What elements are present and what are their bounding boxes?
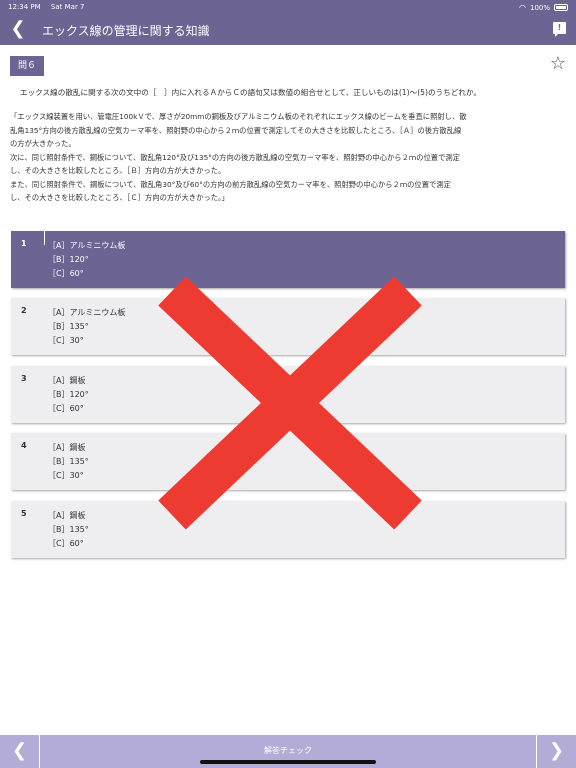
choice-option-a: ［A］鋼板: [48, 443, 86, 452]
choice-option-c: ［C］30°: [48, 471, 84, 480]
status-time: 12:34 PM: [8, 3, 41, 11]
choice-option-a: ［A］アルミニウム板: [48, 308, 126, 317]
next-question-button[interactable]: ❯: [536, 735, 576, 768]
battery-icon: [554, 4, 568, 11]
choice-option-a: ［A］アルミニウム板: [48, 241, 126, 250]
choice-2[interactable]: 2 ［A］アルミニウム板 ［B］135° ［C］30°: [11, 298, 565, 355]
question-body-line: し、その大きさを比較したところ、［Ｃ］方向の方が大きかった。」: [10, 193, 229, 202]
back-chevron-icon[interactable]: ❮: [8, 18, 28, 40]
choice-5[interactable]: 5 ［A］鋼板 ［B］135° ［C］60°: [11, 501, 565, 558]
choice-option-a: ［A］鋼板: [48, 376, 86, 385]
choice-option-c: ［C］60°: [48, 404, 84, 413]
question-body-line: の方が大きかった。: [10, 139, 76, 148]
wifi-icon: ◠: [519, 3, 526, 12]
choice-option-c: ［C］30°: [48, 336, 84, 345]
choice-1[interactable]: 1 ［A］アルミニウム板 ［B］120° ［C］60°: [11, 231, 565, 288]
status-bar: 12:34 PM Sat Mar 7 ◠ 100%: [0, 0, 576, 14]
question-body-line: し、その大きさを比較したところ、［Ｂ］方向の方が大きかった。: [10, 166, 226, 175]
choice-4[interactable]: 4 ［A］鋼板 ［B］135° ［C］30°: [11, 433, 565, 490]
question-number-badge: 問６: [10, 56, 44, 76]
star-icon[interactable]: ☆: [550, 54, 566, 74]
nav-bar: ❮ エックス線の管理に関する知識 !: [0, 14, 576, 45]
choice-3[interactable]: 3 ［A］鋼板 ［B］120° ［C］60°: [11, 366, 565, 423]
choice-number: 1: [21, 239, 27, 248]
choice-number: 3: [21, 374, 27, 383]
choice-divider: [44, 231, 45, 245]
choice-option-c: ［C］60°: [48, 269, 84, 278]
choice-number: 5: [21, 509, 27, 518]
question-body-line: 次に、同じ照射条件で、鋼板について、散乱角120°及び135°の方向の後方散乱線…: [10, 152, 460, 162]
status-date: Sat Mar 7: [50, 3, 85, 11]
battery-percent: 100%: [529, 3, 550, 12]
choice-option-c: ［C］60°: [48, 539, 84, 548]
choice-option-b: ［B］120°: [48, 390, 89, 399]
question-body-line: 乱角135°方向の後方散乱線の空気カーマ率を、照射野の中心から２ｍの位置で測定し…: [10, 125, 462, 135]
choice-option-a: ［A］鋼板: [48, 511, 86, 520]
choice-number: 2: [21, 306, 27, 315]
choice-number: 4: [21, 441, 27, 450]
question-body-line: 「エックス線装置を用い、管電圧100kＶで、厚さが20mmの鋼板及びアルミニウム…: [10, 112, 467, 121]
page-title: エックス線の管理に関する知識: [42, 24, 210, 38]
choice-option-b: ［B］120°: [48, 255, 89, 264]
question-body-line: また、同じ照射条件で、鋼板について、散乱角30°及び60°の方向の前方散乱線の空…: [10, 179, 451, 189]
home-indicator: [200, 760, 376, 764]
comment-icon[interactable]: !: [553, 22, 566, 37]
choice-option-b: ［B］135°: [48, 322, 89, 331]
choice-option-b: ［B］135°: [48, 457, 89, 466]
prev-question-button[interactable]: ❮: [0, 735, 40, 768]
choice-option-b: ［B］135°: [48, 525, 89, 534]
question-intro: エックス線の散乱に関する次の文中の［ ］内に入れるＡからＣの語句又は数値の組合せ…: [20, 88, 481, 97]
question-body: 「エックス線装置を用い、管電圧100kＶで、厚さが20mmの鋼板及びアルミニウム…: [10, 110, 570, 205]
